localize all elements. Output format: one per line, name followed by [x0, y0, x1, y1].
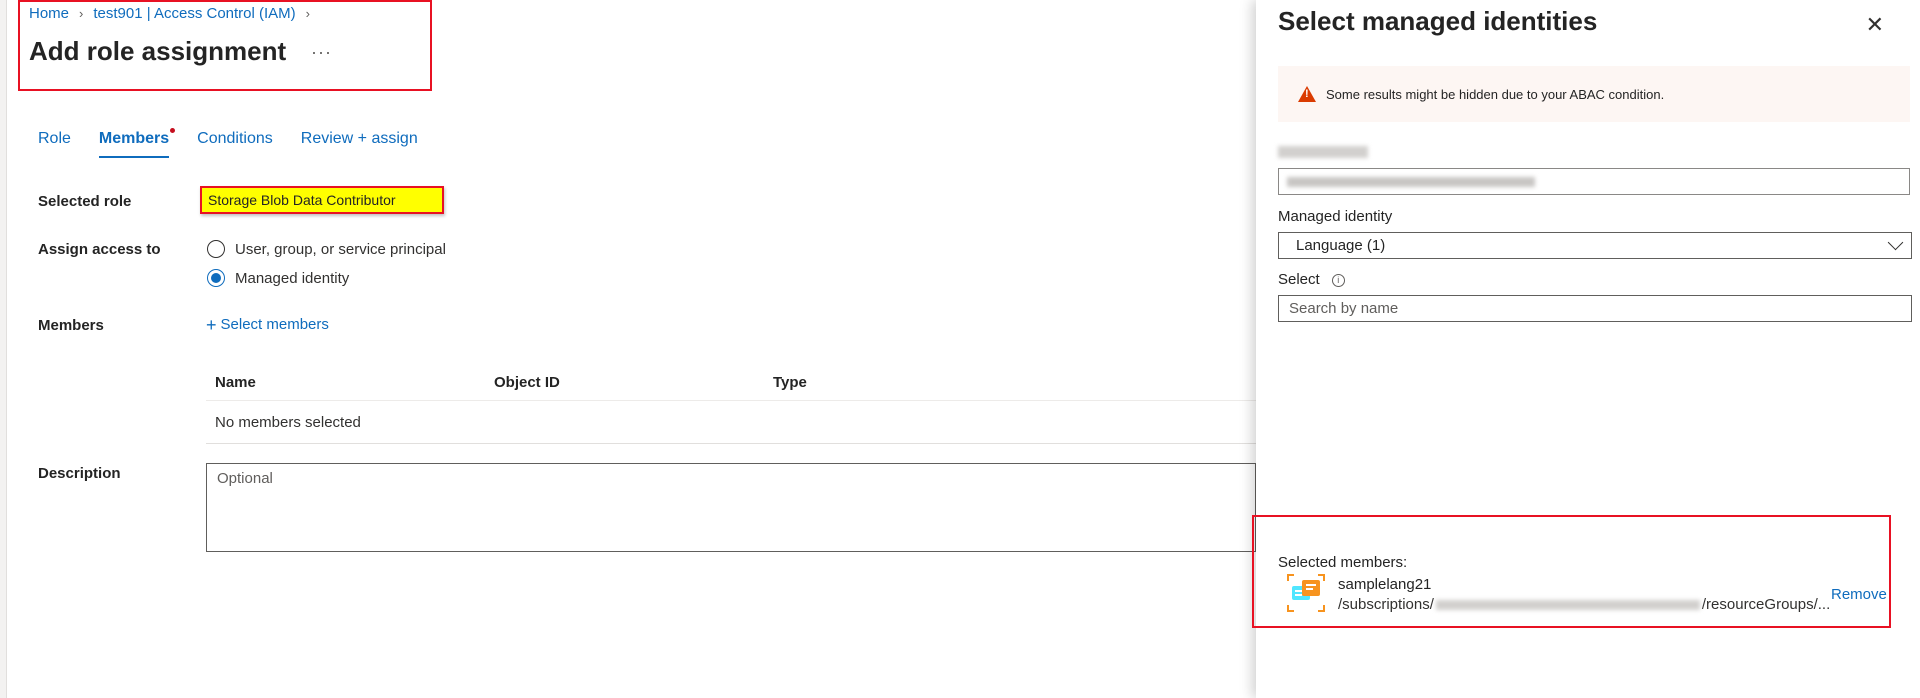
subscription-id-redacted — [1435, 599, 1700, 610]
member-path-suffix: /resourceGroups/... — [1701, 596, 1831, 613]
tab-members[interactable]: Members — [98, 128, 176, 158]
plus-icon: + — [206, 314, 217, 335]
select-label-row: Select i — [1278, 271, 1345, 288]
assign-access-label: Assign access to — [38, 241, 161, 258]
close-icon[interactable]: ✕ — [1866, 12, 1884, 38]
managed-identity-label: Managed identity — [1278, 208, 1393, 225]
managed-identity-value: Language (1) — [1296, 237, 1386, 254]
highlight-box-header — [18, 0, 432, 91]
chevron-down-icon — [1887, 234, 1904, 251]
column-header-type: Type — [773, 373, 807, 391]
tab-role[interactable]: Role — [38, 130, 71, 158]
column-header-object-id: Object ID — [494, 373, 560, 391]
column-header-name: Name — [215, 373, 256, 391]
warning-icon — [1298, 86, 1316, 102]
member-name: samplelang21 — [1338, 576, 1432, 593]
description-label: Description — [38, 465, 121, 482]
language-service-icon — [1287, 574, 1325, 612]
abac-warning-banner: Some results might be hidden due to your… — [1278, 66, 1910, 122]
select-managed-identities-panel: Select managed identities ✕ Some results… — [1252, 0, 1920, 698]
subscription-dropdown[interactable] — [1278, 168, 1910, 195]
members-table: Name Object ID Type No members selected — [206, 364, 1256, 444]
panel-title: Select managed identities — [1278, 6, 1598, 36]
radio-label-user-group-sp: User, group, or service principal — [235, 240, 446, 258]
radio-user-group-sp[interactable]: User, group, or service principal — [207, 240, 446, 258]
tab-members-label: Members — [98, 130, 170, 147]
managed-identity-dropdown[interactable]: Language (1) — [1278, 232, 1912, 259]
members-label: Members — [38, 317, 104, 334]
required-dot-icon — [170, 128, 176, 133]
subscription-label-redacted — [1278, 146, 1368, 158]
table-header: Name Object ID Type — [206, 364, 1256, 401]
select-members-label: Select members — [220, 316, 329, 333]
info-icon[interactable]: i — [1331, 273, 1345, 287]
selected-members-label: Selected members: — [1278, 554, 1408, 571]
table-empty-row: No members selected — [206, 401, 1256, 444]
tab-review-assign[interactable]: Review + assign — [301, 130, 418, 158]
description-placeholder: Optional — [217, 470, 273, 487]
member-resource-path: /subscriptions/ /resourceGroups/... — [1338, 596, 1830, 613]
selected-role-label: Selected role — [38, 193, 132, 210]
select-members-link[interactable]: + Select members — [206, 314, 329, 335]
wizard-tabs: Role Members Conditions Review + assign — [38, 128, 446, 158]
radio-checked-icon — [207, 269, 225, 287]
search-input[interactable]: Search by name — [1278, 295, 1912, 322]
radio-unchecked-icon — [207, 240, 225, 258]
tab-conditions[interactable]: Conditions — [197, 130, 273, 158]
radio-label-managed-identity: Managed identity — [235, 269, 350, 287]
description-textarea[interactable]: Optional — [206, 463, 1256, 552]
member-path-prefix: /subscriptions/ — [1338, 596, 1434, 613]
left-edge — [0, 0, 7, 698]
radio-managed-identity[interactable]: Managed identity — [207, 269, 349, 287]
warning-text: Some results might be hidden due to your… — [1326, 86, 1665, 102]
selected-role-value: Storage Blob Data Contributor — [200, 186, 444, 214]
select-label: Select — [1278, 271, 1320, 288]
remove-member-link[interactable]: Remove — [1831, 586, 1887, 603]
search-placeholder: Search by name — [1289, 300, 1399, 317]
